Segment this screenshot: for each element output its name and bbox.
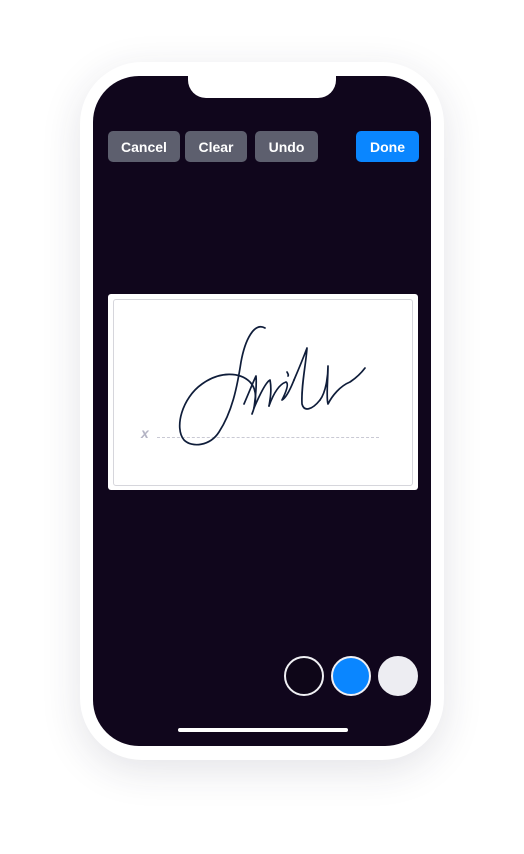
signature-pad[interactable]: x — [113, 299, 413, 486]
stage: Cancel Clear Undo Done x — [0, 0, 524, 854]
signature-drawing — [178, 326, 366, 446]
cancel-button[interactable]: Cancel — [108, 131, 180, 162]
signature-stroke-i — [268, 379, 295, 407]
signature-stroke-h — [319, 365, 366, 405]
color-swatch-white[interactable] — [378, 656, 418, 696]
done-button[interactable]: Done — [356, 131, 419, 162]
undo-button[interactable]: Undo — [255, 131, 318, 162]
signature-stroke-t — [293, 347, 321, 410]
home-indicator[interactable] — [178, 728, 348, 732]
color-swatch-blue[interactable] — [331, 656, 371, 696]
clear-button[interactable]: Clear — [185, 131, 247, 162]
signature-stroke-dot — [286, 371, 290, 377]
phone-screen: Cancel Clear Undo Done x — [93, 76, 431, 746]
phone-notch — [188, 76, 336, 98]
color-swatch-black[interactable] — [284, 656, 324, 696]
signature-card: x — [108, 294, 418, 490]
